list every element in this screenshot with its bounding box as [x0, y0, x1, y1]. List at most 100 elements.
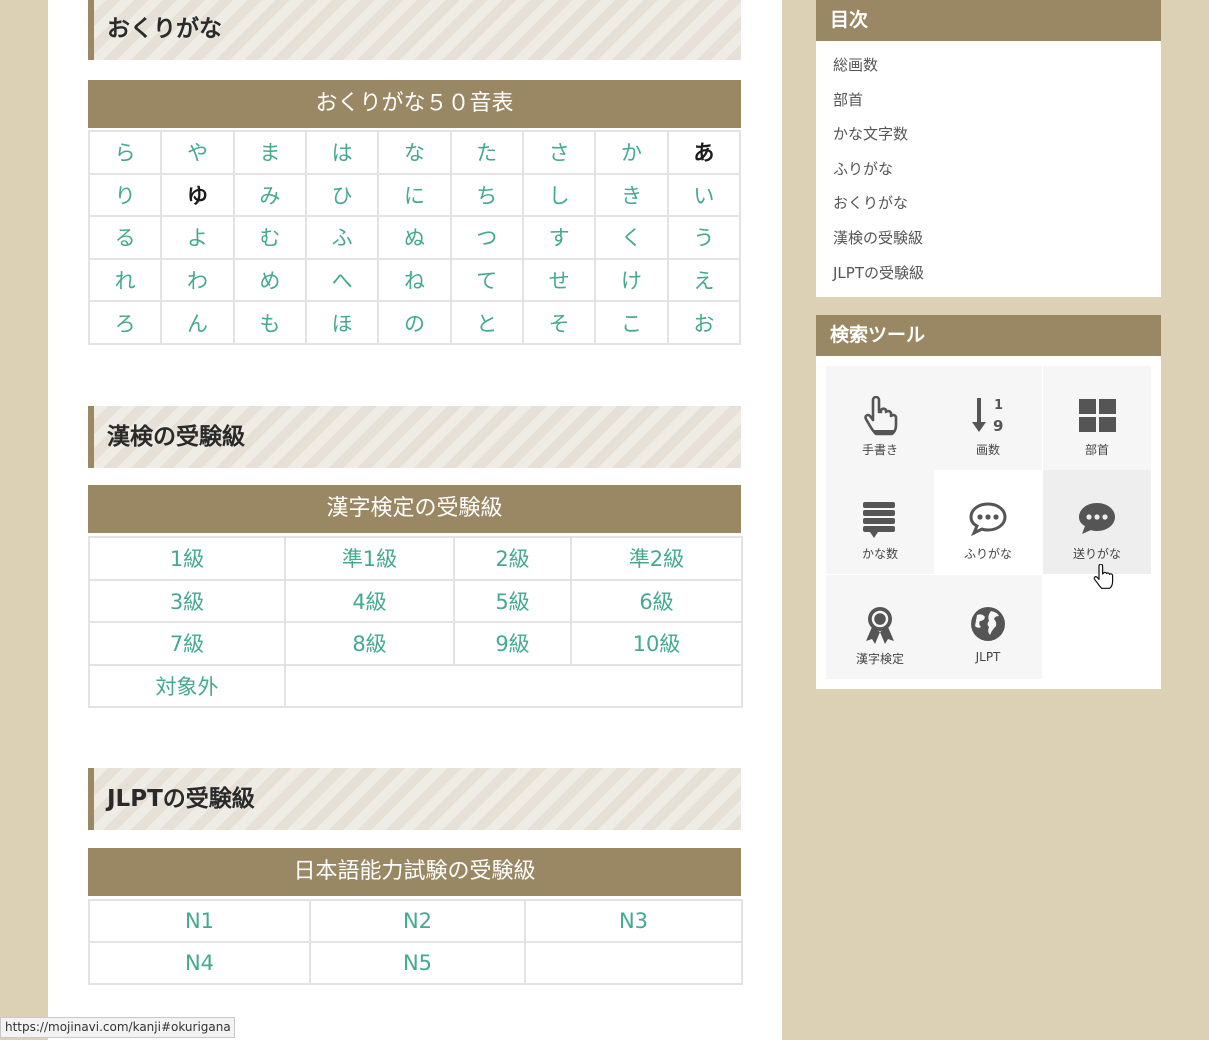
toc-item[interactable]: 総画数 — [833, 50, 1161, 85]
jlpt-level-link[interactable]: N4 — [88, 941, 311, 985]
tool-label: 画数 — [975, 443, 1000, 457]
kana-cell[interactable]: か — [594, 130, 669, 175]
kana-cell[interactable]: た — [449, 130, 524, 175]
kana-cell[interactable]: ぬ — [377, 215, 452, 260]
kanken-level-link[interactable]: 9級 — [453, 621, 572, 666]
toc-item[interactable]: かな文字数 — [833, 119, 1161, 154]
tool-stroke-count-button[interactable]: 1 9 画数 — [934, 366, 1042, 470]
kana-cell[interactable]: ち — [449, 172, 524, 218]
kana-cell[interactable]: こ — [594, 300, 669, 345]
kanken-level-table: 1級 準1級 2級 準2級 3級 4級 5級 6級 7級 8級 9級 10級 対… — [88, 536, 743, 708]
kana-cell[interactable]: れ — [87, 257, 163, 303]
tool-label: 漢字検定 — [855, 652, 904, 666]
kana-cell[interactable]: り — [87, 172, 163, 218]
kana-cell[interactable]: ふ — [304, 215, 380, 260]
kanken-level-link[interactable]: 準2級 — [570, 536, 743, 581]
kana-cell-selected: ゆ — [160, 172, 235, 218]
kanken-level-link[interactable]: 4級 — [284, 578, 455, 623]
kana-cell[interactable]: の — [377, 300, 452, 345]
globe-icon — [971, 607, 1005, 641]
tool-radical-button[interactable]: 部首 — [1043, 366, 1151, 470]
kana-cell[interactable]: け — [594, 257, 669, 303]
kana-cell[interactable]: も — [232, 300, 307, 345]
kanken-level-link[interactable]: 6級 — [570, 578, 743, 623]
kana-cell[interactable]: る — [87, 215, 163, 260]
kanken-level-link[interactable]: 1級 — [88, 536, 286, 581]
tool-kana-count-button[interactable]: かな数 — [826, 470, 934, 574]
kana-cell[interactable]: そ — [521, 300, 597, 345]
kana-cell[interactable]: せ — [521, 257, 597, 303]
search-tools-box: 検索ツール 手書き 1 9 画数 部首 かな数 ふりがな 送りがな 漢字検定 J… — [816, 315, 1161, 689]
kana-cell[interactable]: な — [377, 130, 452, 175]
kana-cell[interactable]: て — [449, 257, 524, 303]
kana-cell[interactable]: ら — [87, 130, 163, 175]
kanken-level-link[interactable]: 8級 — [284, 621, 455, 666]
tool-jlpt-button[interactable]: JLPT — [934, 575, 1042, 679]
jlpt-level-link[interactable]: N2 — [309, 899, 526, 943]
table-row: ろ ん も ほ の と そ こ お — [87, 300, 742, 345]
kana-cell[interactable]: む — [232, 215, 307, 260]
kana-cell[interactable]: や — [160, 130, 235, 175]
hand-cursor-icon — [1093, 564, 1114, 589]
kana-cell[interactable]: へ — [304, 257, 380, 303]
kana-cell[interactable]: う — [666, 215, 742, 260]
toc-item[interactable]: JLPTの受験級 — [833, 258, 1161, 293]
kana-cell[interactable]: み — [232, 172, 307, 218]
toc-item[interactable]: ふりがな — [833, 154, 1161, 189]
kana-cell[interactable]: と — [449, 300, 524, 345]
jlpt-level-link[interactable]: N5 — [309, 941, 526, 985]
tool-kanken-button[interactable]: 漢字検定 — [826, 575, 934, 679]
kanken-level-link[interactable]: 2級 — [453, 536, 572, 581]
section-heading-okurigana: おくりがな — [88, 0, 741, 60]
tool-handwriting-button[interactable]: 手書き — [826, 366, 934, 470]
kanken-level-link[interactable]: 対象外 — [88, 663, 286, 708]
toc-item[interactable]: 部首 — [833, 85, 1161, 120]
kana-cell[interactable]: き — [594, 172, 669, 218]
kana-cell[interactable]: め — [232, 257, 307, 303]
kana-cell[interactable]: さ — [521, 130, 597, 175]
kana-cell[interactable]: つ — [449, 215, 524, 260]
sort-numeric-icon: 1 9 — [972, 398, 1003, 435]
kana-cell[interactable]: わ — [160, 257, 235, 303]
kana-cell[interactable]: え — [666, 257, 742, 303]
kana-cell[interactable]: ね — [377, 257, 452, 303]
table-row: れ わ め へ ね て せ け え — [87, 257, 742, 303]
kanken-level-link[interactable]: 7級 — [88, 621, 286, 666]
table-caption-okurigana: おくりがな５０音表 — [88, 80, 741, 128]
table-row: ら や ま は な た さ か あ — [87, 130, 742, 175]
table-caption-jlpt: 日本語能力試験の受験級 — [88, 848, 741, 896]
kana-cell[interactable]: ほ — [304, 300, 380, 345]
tool-label: かな数 — [861, 547, 898, 561]
okurigana-kana-table: ら や ま は な た さ か あ り ゆ み ひ に ち し き い る よ … — [87, 130, 742, 345]
kana-cell-selected: あ — [666, 130, 742, 175]
kana-cell[interactable]: ん — [160, 300, 235, 345]
toc-item[interactable]: 漢検の受験級 — [833, 223, 1161, 258]
kanken-level-link[interactable]: 3級 — [88, 578, 286, 623]
kanken-level-link[interactable]: 10級 — [570, 621, 743, 666]
jlpt-level-link[interactable]: N1 — [88, 899, 311, 943]
kanken-level-link[interactable]: 5級 — [453, 578, 572, 623]
kana-cell[interactable]: ろ — [87, 300, 163, 345]
kana-cell[interactable]: す — [521, 215, 597, 260]
kana-cell[interactable]: お — [666, 300, 742, 345]
tool-furigana-button[interactable]: ふりがな — [934, 470, 1042, 574]
kana-cell[interactable]: に — [377, 172, 452, 218]
tool-label: 手書き — [861, 443, 898, 457]
table-row: 1級 準1級 2級 準2級 — [88, 536, 743, 581]
kana-cell[interactable]: し — [521, 172, 597, 218]
toc-item[interactable]: おくりがな — [833, 188, 1161, 223]
kana-cell[interactable]: い — [666, 172, 742, 218]
toc-title: 目次 — [816, 0, 1161, 41]
tool-okurigana-button[interactable]: 送りがな — [1043, 470, 1151, 574]
empty-cell — [284, 663, 743, 708]
table-row: 3級 4級 5級 6級 — [88, 578, 743, 623]
kana-cell[interactable]: ひ — [304, 172, 380, 218]
kana-cell[interactable]: ま — [232, 130, 307, 175]
kana-cell[interactable]: く — [594, 215, 669, 260]
jlpt-level-link[interactable]: N3 — [524, 899, 743, 943]
hand-pointer-icon — [864, 396, 898, 436]
kana-cell[interactable]: は — [304, 130, 380, 175]
speech-bubble-outline-icon — [969, 502, 1007, 537]
kanken-level-link[interactable]: 準1級 — [284, 536, 455, 581]
kana-cell[interactable]: よ — [160, 215, 235, 260]
